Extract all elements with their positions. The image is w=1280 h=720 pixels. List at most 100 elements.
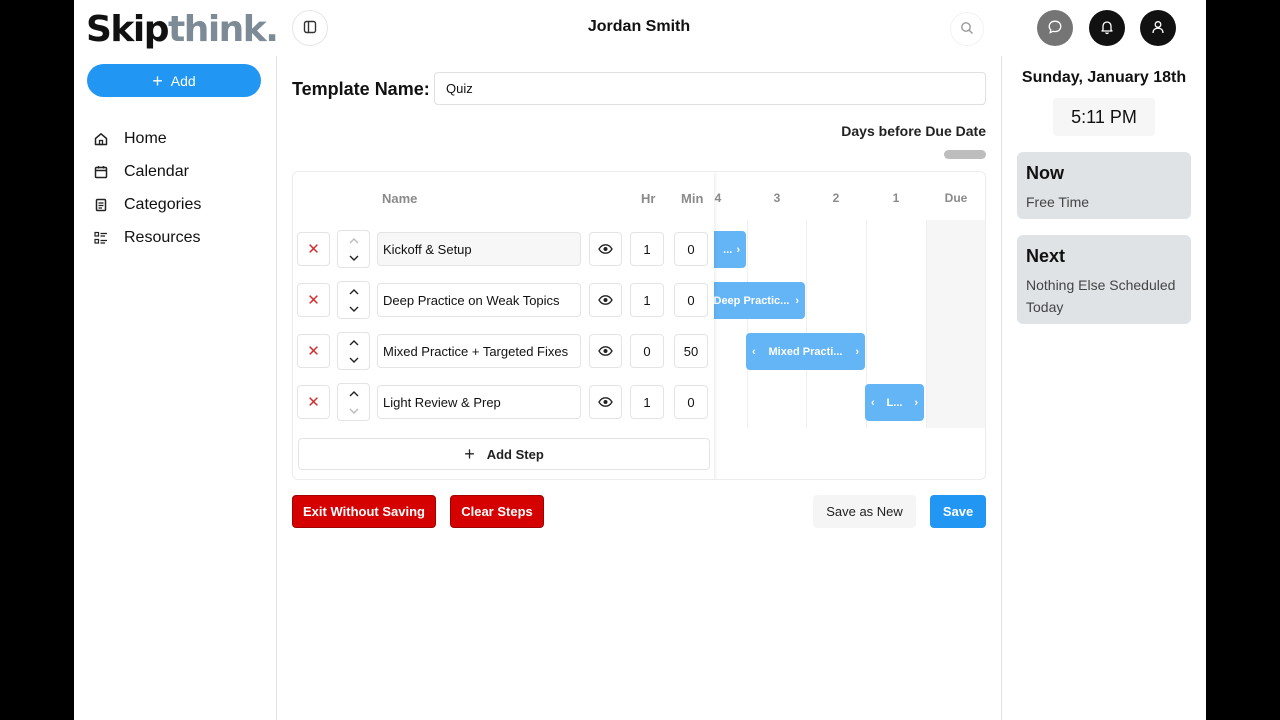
- delete-step-button[interactable]: ✕: [297, 283, 330, 317]
- step-name-input[interactable]: [377, 385, 581, 419]
- close-icon: ✕: [307, 394, 320, 411]
- chevron-down-icon: [349, 255, 358, 261]
- user-icon: [1150, 19, 1166, 38]
- chevron-right-icon[interactable]: ›: [855, 346, 859, 358]
- steps-editor: Name Hr Min ✕ ✕: [293, 172, 714, 479]
- step-minutes-input[interactable]: [674, 232, 708, 266]
- calendar-icon: [94, 165, 108, 179]
- brand-logo[interactable]: Skipthink.: [86, 8, 279, 52]
- chevron-right-icon[interactable]: ›: [736, 244, 740, 256]
- user-name: Jordan Smith: [587, 18, 691, 35]
- search-button[interactable]: [950, 12, 984, 46]
- chevron-up-icon: [349, 339, 358, 345]
- step-hours-input[interactable]: [630, 385, 664, 419]
- save-as-new-button[interactable]: Save as New: [813, 495, 916, 528]
- day-header: 2: [832, 191, 840, 205]
- move-down-button[interactable]: [338, 249, 369, 267]
- sidebar-item-resources[interactable]: Resources: [94, 221, 274, 254]
- template-name-input[interactable]: [434, 72, 986, 105]
- brand-logo-part-2: think.: [167, 9, 279, 50]
- step-name-input[interactable]: [377, 334, 581, 368]
- notifications-button[interactable]: [1089, 10, 1125, 46]
- close-icon: ✕: [307, 241, 320, 258]
- step-bar-label: Mixed Practi...: [768, 345, 843, 358]
- step-minutes-input[interactable]: [674, 283, 708, 317]
- home-icon: [94, 132, 108, 146]
- sidebar-item-home[interactable]: Home: [94, 122, 274, 155]
- exit-without-saving-button[interactable]: Exit Without Saving: [292, 495, 436, 528]
- now-card-text: Free Time: [1026, 194, 1090, 210]
- timeline-gridline: [806, 220, 807, 428]
- sidebar-item-label: Calendar: [124, 162, 189, 180]
- eye-icon: [598, 346, 613, 356]
- profile-button[interactable]: [1140, 10, 1176, 46]
- add-button-label: Add: [170, 72, 196, 89]
- move-up-button[interactable]: [338, 282, 369, 300]
- sidebar-item-calendar[interactable]: Calendar: [94, 155, 274, 188]
- clear-steps-button[interactable]: Clear Steps: [450, 495, 544, 528]
- chevron-up-icon: [349, 237, 358, 243]
- reorder-control: [337, 230, 370, 268]
- step-minutes-input[interactable]: [674, 385, 708, 419]
- day-header: 1: [892, 191, 900, 205]
- column-header-name: Name: [382, 191, 418, 206]
- next-card-text: Nothing Else Scheduled Today: [1026, 277, 1176, 315]
- chevron-down-icon: [349, 357, 358, 363]
- add-step-button[interactable]: + Add Step: [298, 438, 710, 470]
- current-date: Sunday, January 18th: [1021, 69, 1187, 86]
- sidebar-item-label: Resources: [124, 228, 201, 246]
- delete-step-button[interactable]: ✕: [297, 232, 330, 266]
- move-up-button[interactable]: [338, 333, 369, 351]
- chevron-down-icon: [349, 408, 358, 414]
- toggle-visibility-button[interactable]: [589, 283, 622, 317]
- move-down-button[interactable]: [338, 402, 369, 420]
- step-name-input[interactable]: [377, 283, 581, 317]
- chat-button[interactable]: [1037, 10, 1073, 46]
- timeline: 4 3 2 1 Due ... › Deep Practic... › ‹ Mi…: [684, 172, 985, 479]
- now-card[interactable]: Now Free Time: [1017, 152, 1191, 219]
- reorder-control: [337, 281, 370, 319]
- step-name-input[interactable]: [377, 232, 581, 266]
- step-bar-light-review[interactable]: ‹ L... ›: [865, 384, 924, 421]
- next-card-title: Next: [1026, 246, 1066, 266]
- plus-icon: +: [464, 443, 475, 464]
- move-up-button[interactable]: [338, 231, 369, 249]
- step-hours-input[interactable]: [630, 283, 664, 317]
- step-bar-mixed-practice[interactable]: ‹ Mixed Practi... ›: [746, 333, 865, 370]
- sidebar-toggle-icon: [303, 20, 317, 37]
- save-button[interactable]: Save: [930, 495, 986, 528]
- move-down-button[interactable]: [338, 300, 369, 318]
- delete-step-button[interactable]: ✕: [297, 385, 330, 419]
- sidebar-divider: [276, 56, 277, 720]
- timeline-gridline: [747, 220, 748, 428]
- now-card-title: Now: [1026, 163, 1064, 183]
- toggle-visibility-button[interactable]: [589, 232, 622, 266]
- checklist-icon: [94, 231, 108, 245]
- app-window: Skipthink. + Add Home Calendar Categorie…: [74, 0, 1206, 720]
- move-down-button[interactable]: [338, 351, 369, 369]
- day-header: 3: [773, 191, 781, 205]
- move-up-button[interactable]: [338, 384, 369, 402]
- chevron-right-icon[interactable]: ›: [795, 295, 799, 307]
- chevron-up-icon: [349, 288, 358, 294]
- step-row: ✕: [293, 230, 714, 268]
- step-minutes-input[interactable]: [674, 334, 708, 368]
- eye-icon: [598, 397, 613, 407]
- sidebar-toggle-button[interactable]: [292, 10, 328, 46]
- day-header: Due: [944, 191, 968, 205]
- toggle-visibility-button[interactable]: [589, 334, 622, 368]
- step-hours-input[interactable]: [630, 232, 664, 266]
- add-button[interactable]: + Add: [87, 64, 261, 97]
- step-row: ✕: [293, 383, 714, 421]
- step-hours-input[interactable]: [630, 334, 664, 368]
- template-name-label: Template Name:: [292, 79, 430, 99]
- toggle-visibility-button[interactable]: [589, 385, 622, 419]
- delete-step-button[interactable]: ✕: [297, 334, 330, 368]
- chevron-right-icon[interactable]: ›: [914, 397, 918, 409]
- timeline-gridline: [926, 220, 927, 428]
- right-panel-divider: [1001, 56, 1002, 720]
- sidebar-item-categories[interactable]: Categories: [94, 188, 274, 221]
- plus-icon: +: [152, 70, 163, 91]
- next-card[interactable]: Next Nothing Else Scheduled Today: [1017, 235, 1191, 324]
- timeline-scrollbar[interactable]: [944, 150, 986, 159]
